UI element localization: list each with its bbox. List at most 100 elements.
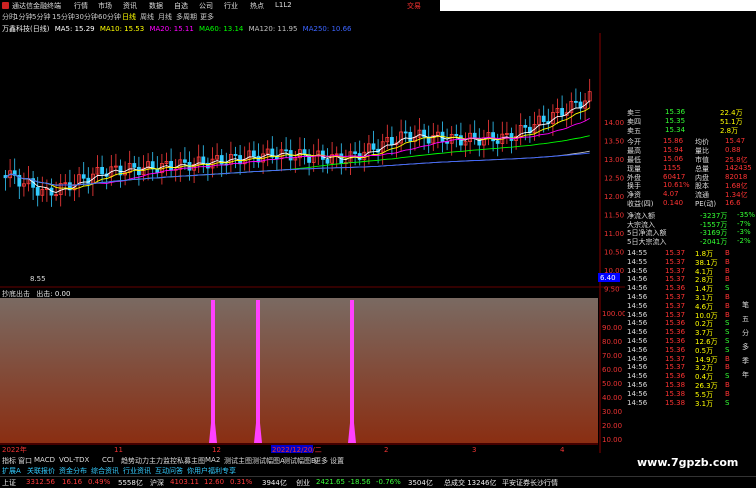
indicator-tab[interactable]: 私募主图 xyxy=(177,456,205,466)
quote-row: 14:56 15.37 3.1万 B xyxy=(625,293,756,302)
tab-monthly[interactable]: 月线 xyxy=(158,12,172,22)
tick-price: 15.36 xyxy=(665,319,686,328)
tick-direction: S xyxy=(725,345,730,354)
tick-direction: B xyxy=(725,266,730,275)
indicator-tick: 70.00 xyxy=(602,352,622,360)
tick-direction: B xyxy=(725,275,730,284)
tab-60min[interactable]: 60分钟 xyxy=(98,12,121,22)
indicator-tab[interactable]: 测试幅图B xyxy=(283,456,316,466)
candlestick-series xyxy=(3,78,592,207)
indicator-title: 抄底出击 出击: 0.00 xyxy=(2,289,70,299)
window-controls-area xyxy=(440,0,756,11)
indicator-tab[interactable]: 指标 xyxy=(2,456,16,466)
kline-chart[interactable]: 14.00 13.50 13.00 12.50 12.00 11.50 11.00 10.50… xyxy=(0,33,625,453)
quote-row: 14:56 15.38 3.1万 S xyxy=(625,399,756,408)
extension-tab[interactable]: 综合资讯 xyxy=(91,466,119,476)
quote-panel: 卖三 15.36 22.4万 卖四 15.35 51.1万 卖五 15.34 2.8万 今开 15.… xyxy=(625,108,756,448)
date-tick: 2022年 xyxy=(2,445,27,453)
stat-value: 142435 xyxy=(725,163,752,172)
extension-tab[interactable]: 关联报价 xyxy=(27,466,55,476)
indicator-tab[interactable]: CCI xyxy=(102,456,114,464)
indicator-tick: 80.00 xyxy=(602,338,622,346)
tab-multi-period[interactable]: 多周期 xyxy=(176,12,197,22)
date-tick: 12 xyxy=(212,446,221,453)
tab-more[interactable]: 更多 xyxy=(200,12,214,22)
date-tick: 4 xyxy=(560,446,565,453)
tick-time: 14:56 xyxy=(627,310,648,319)
tab-30min[interactable]: 30分钟 xyxy=(75,12,98,22)
tick-direction: B xyxy=(725,310,730,319)
quote-row: 卖五 15.34 2.8万 xyxy=(625,126,756,135)
quote-row: 净流入额 -3237万 -35% xyxy=(625,211,756,220)
menu-item[interactable]: 公司 xyxy=(199,1,213,11)
side-tab[interactable]: 多 xyxy=(742,342,749,352)
quote-row: 卖四 15.35 51.1万 xyxy=(625,116,756,126)
indicator-tick: 40.00 xyxy=(602,394,622,402)
menu-item[interactable]: L1L2 xyxy=(275,1,292,9)
tick-price: 15.37 xyxy=(665,257,686,266)
menu-item[interactable]: 热点 xyxy=(250,1,264,11)
quote-row: 14:55 15.37 38.1万 B xyxy=(625,257,756,267)
extension-tab[interactable]: 互动问答 xyxy=(155,466,183,476)
indicator-name[interactable]: 抄底出击 xyxy=(2,290,30,298)
indicator-tab[interactable]: 测试幅图A xyxy=(252,456,285,466)
indicator-tab[interactable]: 更多 xyxy=(314,456,328,466)
price-tick: 13.00 xyxy=(604,156,624,164)
menu-item[interactable]: 行业 xyxy=(224,1,238,11)
tab-1min[interactable]: 1分钟 xyxy=(14,12,32,22)
stat-value: 15.94 xyxy=(663,146,684,155)
menu-item[interactable]: 行情 xyxy=(74,1,88,11)
stat-value: 0.140 xyxy=(663,199,684,207)
quote-row: 14:55 15.37 1.8万 B xyxy=(625,249,756,258)
indicator-tab[interactable]: VOL-TDX xyxy=(59,456,89,464)
tick-price: 15.36 xyxy=(665,337,686,345)
menu-item[interactable]: 自选 xyxy=(174,1,188,11)
indicator-tab[interactable]: 设置 xyxy=(330,456,344,466)
indicator-tab[interactable]: MACD xyxy=(34,456,55,464)
tab-weekly[interactable]: 周线 xyxy=(140,12,154,22)
flow-pct: -3% xyxy=(737,228,751,237)
tick-price: 15.37 xyxy=(665,310,686,319)
ask-price: 15.35 xyxy=(665,116,686,125)
menu-item[interactable]: 资讯 xyxy=(123,1,137,11)
side-tab[interactable]: 分 xyxy=(742,328,749,338)
indicator-tick: 10.00 xyxy=(602,436,622,444)
tab-5min[interactable]: 5分钟 xyxy=(32,12,50,22)
side-tab[interactable]: 笔 xyxy=(742,300,749,310)
cy-index-change: -18.56 xyxy=(348,478,371,486)
side-tab[interactable]: 季 xyxy=(742,356,749,366)
side-tab[interactable]: 五 xyxy=(742,314,749,324)
tick-direction: B xyxy=(725,354,730,363)
extension-tab[interactable]: 行业资讯 xyxy=(123,466,151,476)
menu-item[interactable]: 数据 xyxy=(149,1,163,11)
price-tick: 11.00 xyxy=(604,230,624,238)
tick-time: 14:56 xyxy=(627,284,648,293)
indicator-tab[interactable]: 测试主图 xyxy=(224,456,252,466)
tick-time: 14:56 xyxy=(627,345,648,354)
indicator-tab[interactable]: MA2 xyxy=(205,456,220,464)
tick-price: 15.37 xyxy=(665,354,686,363)
trade-link[interactable]: 交易 xyxy=(407,1,421,11)
quote-row: 14:56 15.36 12.6万 S xyxy=(625,337,756,346)
indicator-tab[interactable]: 主力监控 xyxy=(149,456,177,466)
tick-direction: S xyxy=(725,372,730,381)
extension-tab[interactable]: 扩展A xyxy=(2,466,21,476)
tick-price: 15.37 xyxy=(665,249,686,257)
tick-direction: S xyxy=(725,319,730,328)
candle-body xyxy=(132,163,137,168)
ma10-value: MA10: 15.53 xyxy=(99,25,145,33)
price-axis: 14.00 13.50 13.00 12.50 12.00 11.50 11.00 10.50… xyxy=(604,119,624,294)
stat-value: 15.06 xyxy=(663,155,684,163)
indicator-tab[interactable]: 窗口 xyxy=(18,456,32,466)
tab-daily[interactable]: 日线 xyxy=(122,12,136,22)
candle-body xyxy=(509,133,514,141)
extension-tab[interactable]: 资金分布 xyxy=(59,466,87,476)
tick-time: 14:56 xyxy=(627,389,648,398)
date-tick: 2022/12/20/二 xyxy=(272,446,322,453)
menu-item[interactable]: 市场 xyxy=(98,1,112,11)
extension-tab[interactable]: 你用户福利专享 xyxy=(187,466,236,476)
tick-price: 15.38 xyxy=(665,381,686,389)
tab-15min[interactable]: 15分钟 xyxy=(52,12,75,22)
indicator-tab[interactable]: 趋势动力 xyxy=(121,456,149,466)
side-tab[interactable]: 年 xyxy=(742,370,749,380)
